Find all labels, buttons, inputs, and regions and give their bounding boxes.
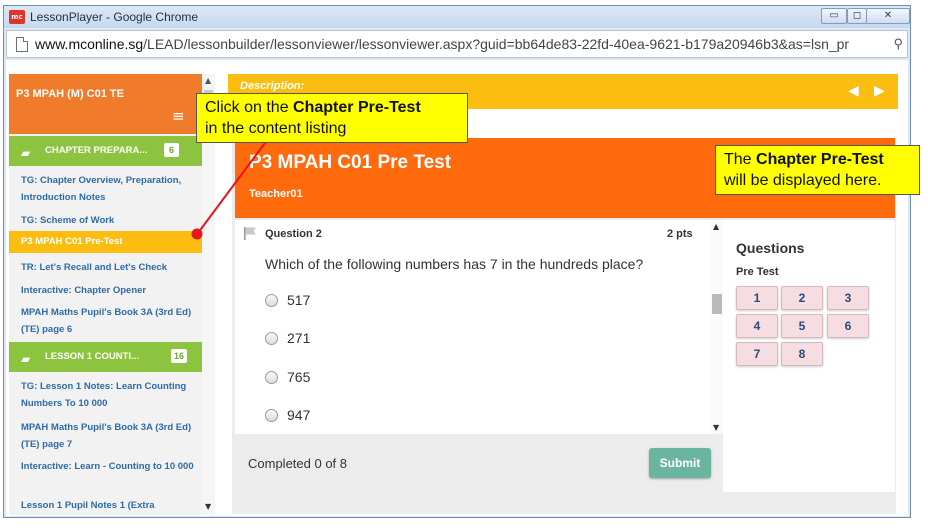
url-text[interactable]: www.mconline.sg/LEAD/lessonbuilder/lesso…: [35, 36, 885, 52]
scroll-up-icon[interactable]: ▲: [205, 76, 211, 85]
completion-status: Completed 0 of 8: [248, 456, 348, 471]
question-points: 2 pts: [667, 228, 693, 240]
question-button-7[interactable]: 7: [736, 342, 778, 366]
scrollbar-thumb[interactable]: [712, 294, 722, 314]
radio-button[interactable]: [265, 294, 278, 307]
question-button-8[interactable]: 8: [781, 342, 823, 366]
sidebar-item-lesson1-notes[interactable]: TG: Lesson 1 Notes: Learn Counting Numbe…: [9, 378, 202, 412]
question-button-2[interactable]: 2: [781, 286, 823, 310]
question-text: Which of the following numbers has 7 in …: [265, 256, 644, 272]
callout-text: The: [724, 151, 757, 168]
zoom-icon[interactable]: ⚲: [893, 36, 903, 52]
test-footer: Completed 0 of 8 Submit: [235, 436, 721, 490]
window-title: LessonPlayer - Google Chrome: [30, 10, 199, 24]
previous-arrow-icon[interactable]: ◀: [848, 83, 859, 99]
sidebar-header: P3 MPAH (M) C01 TE ≡: [9, 74, 202, 134]
next-arrow-icon[interactable]: ▶: [874, 83, 885, 99]
question-button-4[interactable]: 4: [736, 314, 778, 338]
maximize-button[interactable]: ◻: [847, 8, 867, 24]
sidebar-item-scheme-of-work[interactable]: TG: Scheme of Work: [9, 212, 202, 229]
question-button-6[interactable]: 6: [827, 314, 869, 338]
scroll-down-icon[interactable]: ▼: [713, 423, 719, 432]
callout-text: in the content listing: [205, 120, 347, 137]
url-host: www.mconline.sg: [35, 36, 144, 52]
radio-button[interactable]: [265, 409, 278, 422]
callout-line: Click on the Chapter Pre-Test: [205, 97, 459, 118]
flag-icon[interactable]: [243, 226, 257, 240]
question-button-1[interactable]: 1: [736, 286, 778, 310]
questions-subtitle: Pre Test: [736, 266, 779, 278]
radio-button[interactable]: [265, 371, 278, 384]
callout-line: The Chapter Pre-Test: [724, 149, 911, 170]
submit-button[interactable]: Submit: [649, 448, 711, 478]
address-bar[interactable]: www.mconline.sg/LEAD/lessonbuilder/lesso…: [6, 30, 908, 58]
sidebar-item-recall-check[interactable]: TR: Let's Recall and Let's Check: [9, 259, 202, 276]
callout-display-info: The Chapter Pre-Test will be displayed h…: [715, 145, 920, 195]
callout-bold-text: Chapter Pre-Test: [293, 99, 421, 116]
sidebar-item-chapter-overview[interactable]: TG: Chapter Overview, Preparation, Intro…: [9, 172, 202, 206]
option-label: 765: [287, 369, 311, 385]
questions-navigator: Questions Pre Test 1 2 3 4 5 6 7 8: [723, 220, 895, 492]
book-icon: ▰: [21, 352, 31, 366]
url-path: /LEAD/lessonbuilder/lessonviewer/lessonv…: [143, 36, 850, 52]
scroll-down-icon[interactable]: ▼: [205, 502, 211, 511]
hamburger-menu-icon[interactable]: ≡: [172, 107, 185, 125]
callout-text: will be displayed here.: [724, 172, 882, 189]
sidebar-title: P3 MPAH (M) C01 TE: [16, 88, 124, 100]
minimize-button[interactable]: ▭: [821, 8, 847, 24]
section-count-badge: 6: [164, 143, 179, 157]
sidebar-item-chapter-opener[interactable]: Interactive: Chapter Opener: [9, 282, 202, 299]
app-icon: mc: [9, 10, 25, 24]
scroll-up-icon[interactable]: ▲: [713, 222, 719, 231]
close-button[interactable]: ✕: [866, 8, 910, 24]
option-label: 271: [287, 330, 311, 346]
sidebar-item-pupil-notes[interactable]: Lesson 1 Pupil Notes 1 (Extra: [9, 497, 202, 514]
section-count-badge: 16: [171, 349, 187, 363]
sidebar-item-pre-test[interactable]: P3 MPAH C01 Pre-Test: [9, 231, 202, 253]
question-scrollbar[interactable]: ▲ ▼: [711, 220, 723, 434]
title-bar: mc LessonPlayer - Google Chrome ▭ ◻ ✕: [4, 6, 910, 28]
question-button-5[interactable]: 5: [781, 314, 823, 338]
callout-bold-text: Chapter Pre-Test: [756, 151, 884, 168]
question-panel: Question 2 2 pts Which of the following …: [235, 220, 723, 434]
sidebar-item-pupils-book-p6[interactable]: MPAH Maths Pupil's Book 3A (3rd Ed)(TE) …: [9, 304, 202, 338]
question-button-3[interactable]: 3: [827, 286, 869, 310]
callout-click-instruction: Click on the Chapter Pre-Test in the con…: [196, 93, 468, 143]
sidebar-item-pupils-book-p7[interactable]: MPAH Maths Pupil's Book 3A (3rd Ed)(TE) …: [9, 419, 202, 453]
section-chapter-preparation[interactable]: ▰ CHAPTER PREPARA... 6: [9, 136, 202, 166]
question-number: Question 2: [265, 228, 322, 240]
test-author: Teacher01: [249, 188, 303, 200]
page-icon: [16, 37, 28, 52]
radio-button[interactable]: [265, 332, 278, 345]
sidebar-item-interactive-learn[interactable]: Interactive: Learn - Counting to 10 000: [9, 458, 202, 475]
option-label: 517: [287, 292, 311, 308]
section-lesson-1[interactable]: ▰ LESSON 1 COUNTI... 16: [9, 342, 202, 372]
callout-text: Click on the: [205, 99, 294, 116]
content-listing-sidebar: P3 MPAH (M) C01 TE ≡ ▰ CHAPTER PREPARA..…: [9, 74, 202, 515]
description-label: Description:: [240, 80, 305, 92]
test-title: P3 MPAH C01 Pre Test: [249, 152, 452, 173]
section-label: LESSON 1 COUNTI...: [45, 351, 139, 362]
browser-window: mc LessonPlayer - Google Chrome ▭ ◻ ✕ ww…: [3, 5, 911, 518]
section-label: CHAPTER PREPARA...: [45, 145, 148, 156]
book-icon: ▰: [21, 146, 31, 160]
option-label: 947: [287, 407, 311, 423]
questions-title: Questions: [736, 240, 805, 256]
